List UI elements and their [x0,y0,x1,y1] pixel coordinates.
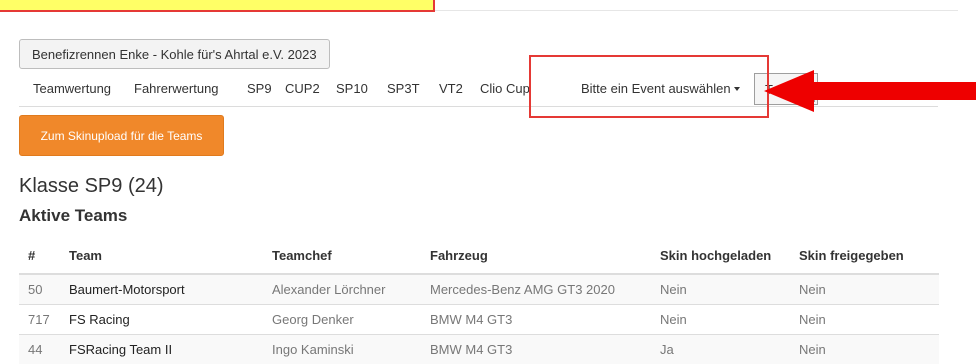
event-title-button[interactable]: Benefizrennen Enke - Kohle für's Ahrtal … [19,39,330,69]
team-select[interactable]: Tea [754,73,818,105]
cell-fahrzeug: Mercedes-Benz AMG GT3 2020 [421,273,651,304]
nav-item-vt2[interactable]: VT2 [439,70,463,107]
event-dropdown[interactable]: Bitte ein Event auswählen [581,70,740,107]
nav-item-sp9[interactable]: SP9 [247,70,272,107]
cell-teamchef: Alexander Lörchner [263,273,421,304]
class-heading: Klasse SP9 (24) [19,175,164,197]
cell-fahrzeug: BMW M4 GT3 [421,303,651,334]
cell-skin-uploaded: Nein [651,273,790,304]
cell-team: Baumert-Motorsport [60,273,263,304]
navbar: Teamwertung Fahrerwertung SP9 CUP2 SP10 … [19,70,938,107]
column-header-teamchef: Teamchef [263,237,421,275]
nav-item-sp3t[interactable]: SP3T [387,70,420,107]
cell-team: FSRacing Team II [60,333,263,364]
cell-skin-uploaded: Ja [651,333,790,364]
nav-item-sp10[interactable]: SP10 [336,70,368,107]
nav-item-cup2[interactable]: CUP2 [285,70,320,107]
teams-table: # Team Teamchef Fahrzeug Skin hochgelade… [19,237,939,364]
caret-down-icon [733,86,740,91]
table-header-row: # Team Teamchef Fahrzeug Skin hochgelade… [19,237,939,275]
column-header-skin-approved: Skin freigegeben [790,237,939,275]
nav-item-clio-cup[interactable]: Clio Cup [480,70,530,107]
cell-skin-approved: Nein [790,333,939,364]
cell-teamchef: Ingo Kaminski [263,333,421,364]
cell-number: 44 [19,333,60,364]
highlight-banner [0,0,435,12]
table-row: 50 Baumert-Motorsport Alexander Lörchner… [19,273,939,304]
skin-upload-button[interactable]: Zum Skinupload für die Teams [19,115,224,156]
cell-team: FS Racing [60,303,263,334]
column-header-fahrzeug: Fahrzeug [421,237,651,275]
divider [435,10,958,11]
cell-number: 717 [19,303,60,334]
table-row: 717 FS Racing Georg Denker BMW M4 GT3 Ne… [19,303,939,334]
table-row: 44 FSRacing Team II Ingo Kaminski BMW M4… [19,333,939,364]
cell-teamchef: Georg Denker [263,303,421,334]
nav-item-teamwertung[interactable]: Teamwertung [33,70,111,107]
active-teams-heading: Aktive Teams [19,206,128,225]
cell-skin-approved: Nein [790,273,939,304]
resize-grip-icon [810,97,815,102]
cell-skin-uploaded: Nein [651,303,790,334]
cell-skin-approved: Nein [790,303,939,334]
cell-fahrzeug: BMW M4 GT3 [421,333,651,364]
column-header-team: Team [60,237,263,275]
cell-number: 50 [19,273,60,304]
column-header-skin-uploaded: Skin hochgeladen [651,237,790,275]
event-dropdown-label: Bitte ein Event auswählen [581,81,731,96]
nav-item-fahrerwertung[interactable]: Fahrerwertung [134,70,219,107]
team-select-value: Tea [765,81,786,97]
column-header-number: # [19,237,60,275]
